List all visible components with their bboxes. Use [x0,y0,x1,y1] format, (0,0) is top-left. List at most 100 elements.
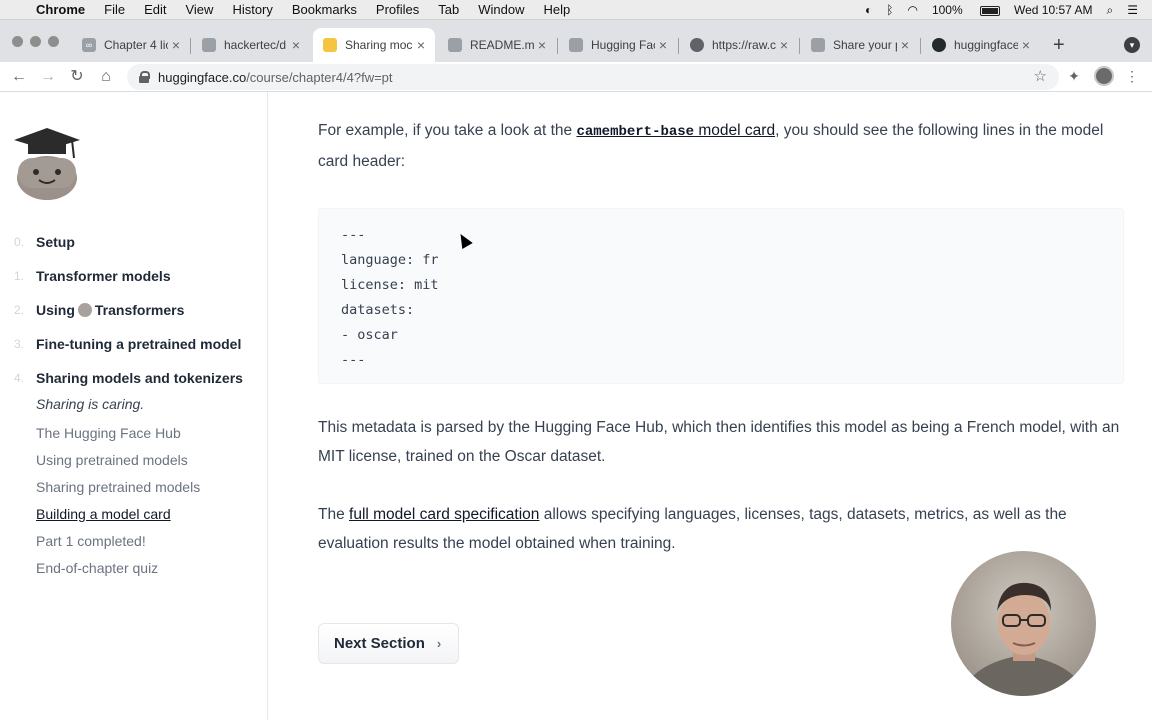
close-tab-icon[interactable]: × [168,37,184,53]
chapter-label: Transformer models [36,268,171,284]
tab-raw-github[interactable]: https://raw.c × [680,28,798,62]
full-model-card-specification-link[interactable]: full model card specification [349,506,539,523]
page-icon [202,38,216,52]
menu-app-name[interactable]: Chrome [36,2,85,17]
spotlight-search-icon[interactable]: ⌕ [1107,3,1114,18]
tab-title: huggingface [954,38,1018,52]
chapter-label: Fine-tuning a pretrained model [36,336,242,352]
chapter-1-link[interactable]: 1. Transformer models [14,266,171,286]
tab-title: https://raw.c [712,38,776,52]
new-tab-button[interactable]: + [1053,34,1065,57]
chapter-2-link[interactable]: 2. Using Transformers [14,300,184,320]
control-center-icon[interactable]: ☰ [1127,3,1138,17]
zoom-window-button[interactable] [48,36,59,47]
tab-share-your[interactable]: Share your p × [801,28,919,62]
section-end-of-chapter-quiz[interactable]: End-of-chapter quiz [36,560,158,576]
next-section-button[interactable]: Next Section › [318,623,459,664]
menu-bar-status-area: ◐ ᛒ ◠ 100% Wed 10:57 AM ⌕ ☰ [865,0,1152,20]
tab-separator [678,38,679,54]
page-icon [569,38,583,52]
tab-title: hackertec/d [224,38,287,52]
github-icon [932,38,946,52]
page-icon [811,38,825,52]
chapter-number: 1. [14,269,25,283]
close-tab-icon[interactable]: × [413,37,429,53]
close-tab-icon[interactable]: × [655,37,671,53]
forward-arrow-icon[interactable]: → [36,65,60,89]
tab-title: Share your p [833,38,897,52]
url-host: huggingface.co [158,69,247,85]
close-tab-icon[interactable]: × [897,37,913,53]
browser-toolbar: ← → ↻ ⌂ huggingface.co/course/chapter4/4… [0,62,1152,92]
hugging-face-icon [323,38,337,52]
tab-search-button[interactable]: ▾ [1124,37,1140,53]
tab-chapter-4[interactable]: ∞ Chapter 4 lic × [72,28,190,62]
section-building-a-model-card[interactable]: Building a model card [36,506,171,522]
paragraph-text: For example, if you take a look at the [318,122,577,139]
menu-history[interactable]: History [232,2,272,17]
url-path: /course/chapter4/4?fw=pt [246,69,393,85]
close-tab-icon[interactable]: × [1018,37,1034,53]
chevron-right-icon: › [436,636,442,651]
menu-tab[interactable]: Tab [438,2,459,17]
more-menu-icon[interactable]: ⋮ [1122,66,1142,86]
screen-recorder-icon[interactable]: ◐ [865,3,872,17]
menu-window[interactable]: Window [478,2,524,17]
chapter-0-link[interactable]: 0. Setup [14,232,75,252]
chapter-label: Transformers [94,302,185,318]
bluetooth-icon[interactable]: ᛒ [886,3,893,17]
hugging-face-course-logo-icon[interactable] [14,128,80,200]
tab-sharing-models[interactable]: Sharing moc × [313,28,435,62]
menu-edit[interactable]: Edit [144,2,166,17]
close-window-button[interactable] [12,36,23,47]
window-controls [12,36,66,47]
tab-github-huggingface[interactable]: huggingface × [922,28,1040,62]
bookmark-star-icon[interactable]: ☆ [1034,67,1047,85]
tab-hugging-face[interactable]: Hugging Fac × [559,28,677,62]
hugging-face-emoji-icon [77,303,92,317]
menu-file[interactable]: File [104,2,125,17]
page-icon [448,38,462,52]
code-line: datasets: [341,302,415,318]
chapter-number: 4. [14,371,25,385]
code-line: language: fr [341,252,439,268]
tab-readme[interactable]: README.mc × [438,28,556,62]
yaml-code-block[interactable]: --- language: fr license: mit datasets: … [318,208,1124,384]
battery-percent[interactable]: 100% [932,3,1000,17]
chapter-3-link[interactable]: 3. Fine-tuning a pretrained model [14,334,241,354]
paragraph-text: The [318,506,350,523]
presenter-silhouette [961,582,1087,696]
lock-icon[interactable] [138,71,150,83]
address-bar[interactable]: huggingface.co/course/chapter4/4?fw=pt ☆ [127,64,1059,90]
clock[interactable]: Wed 10:57 AM [1014,3,1093,17]
menu-profiles[interactable]: Profiles [376,2,419,17]
menu-view[interactable]: View [185,2,213,17]
close-tab-icon[interactable]: × [288,37,304,53]
home-icon[interactable]: ⌂ [94,65,118,89]
chapter-number: 0. [14,235,25,249]
close-tab-icon[interactable]: × [776,37,792,53]
section-using-pretrained-models[interactable]: Using pretrained models [36,452,188,468]
menu-help[interactable]: Help [544,2,571,17]
section-sharing-pretrained-models[interactable]: Sharing pretrained models [36,479,200,495]
section-sharing-is-caring[interactable]: Sharing is caring. [36,396,144,412]
next-section-label: Next Section [334,635,425,652]
profile-avatar[interactable] [1094,66,1114,86]
presenter-webcam-overlay [951,551,1096,696]
section-part-1-completed[interactable]: Part 1 completed! [36,533,146,549]
camembert-base-model-card-link[interactable]: camembert-base model card [576,122,775,140]
section-hugging-face-hub[interactable]: The Hugging Face Hub [36,425,181,441]
extensions-puzzle-icon[interactable]: ✦ [1064,66,1084,86]
specification-paragraph: The full model card specification allows… [318,500,1128,558]
macos-menu-bar: Chrome File Edit View History Bookmarks … [0,0,1152,20]
close-tab-icon[interactable]: × [534,37,550,53]
chapter-label: Using [36,302,75,318]
reload-icon[interactable]: ↻ [65,65,89,89]
back-arrow-icon[interactable]: ← [7,65,31,89]
wifi-icon[interactable]: ◠ [907,3,917,17]
chapter-4-link[interactable]: 4. Sharing models and tokenizers [14,368,243,388]
minimize-window-button[interactable] [30,36,41,47]
tab-title: Hugging Fac [591,38,655,52]
menu-bookmarks[interactable]: Bookmarks [292,2,357,17]
tab-hackertec[interactable]: hackertec/d × [192,28,310,62]
